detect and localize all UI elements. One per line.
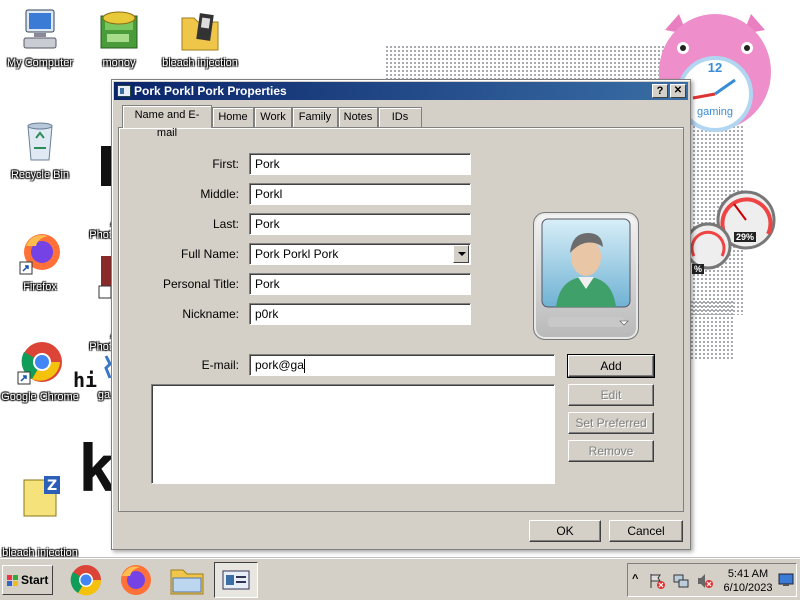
chrome-icon xyxy=(70,565,102,596)
tab-family[interactable]: Family xyxy=(292,107,338,127)
desktop-icon-label: Google Chrome xyxy=(1,391,79,403)
taskbar-explorer[interactable] xyxy=(165,562,209,598)
desktop-icon-monoy[interactable]: monoy xyxy=(79,8,159,69)
clock-gadget-label: gaming xyxy=(696,106,734,118)
person-avatar-icon xyxy=(541,218,631,327)
show-desktop-icon[interactable] xyxy=(778,572,794,588)
dialog-title-bar[interactable]: Pork Porkl Pork Properties ? ✕ xyxy=(114,82,688,100)
tab-name-and-email[interactable]: Name and E-mail xyxy=(122,105,212,139)
desktop-icon-label: bleach injection xyxy=(162,57,238,69)
set-preferred-button[interactable]: Set Preferred xyxy=(568,412,654,434)
chevron-down-icon[interactable] xyxy=(453,245,469,263)
cancel-button[interactable]: Cancel xyxy=(609,520,683,542)
last-name-label: Last: xyxy=(212,217,239,231)
desktop-icon-label: Recycle Bin xyxy=(10,169,70,181)
windows-logo-icon xyxy=(7,575,18,586)
clock-time: 5:41 AM xyxy=(727,568,769,580)
flag-warning-icon[interactable] xyxy=(648,572,666,590)
tab-notes[interactable]: Notes xyxy=(338,107,378,127)
taskbar: Start ^ 5:41 AM 6/10/2023 xyxy=(0,558,800,600)
chrome-icon xyxy=(17,342,62,385)
tab-home[interactable]: Home xyxy=(212,107,254,127)
last-name-field[interactable]: Pork xyxy=(249,213,471,235)
text-caret xyxy=(303,358,305,373)
contact-card-icon xyxy=(117,85,131,97)
cpu-value: 29% xyxy=(734,232,757,242)
contact-card-icon xyxy=(222,570,250,590)
full-name-combobox[interactable]: Pork Porkl Pork xyxy=(249,243,471,265)
ram-value: % xyxy=(692,264,705,274)
firefox-icon xyxy=(121,565,151,595)
desktop-icon-my-computer[interactable]: My Computer xyxy=(0,8,80,69)
start-label: Start xyxy=(21,573,49,587)
cpu-meter-gadget[interactable]: 29% % xyxy=(684,190,780,280)
recycle-bin-icon xyxy=(27,122,53,161)
email-label: E-mail: xyxy=(201,358,239,372)
dialog-title: Pork Porkl Pork Properties xyxy=(134,84,287,98)
computer-icon xyxy=(23,9,57,49)
volume-muted-icon[interactable] xyxy=(696,572,714,590)
personal-title-field[interactable]: Pork xyxy=(249,273,471,295)
folder-icon xyxy=(181,13,219,51)
remove-button[interactable]: Remove xyxy=(568,440,654,462)
network-icon[interactable] xyxy=(672,572,690,590)
email-field[interactable]: pork@ga xyxy=(249,354,555,376)
nickname-field[interactable]: p0rk xyxy=(249,303,471,325)
tab-ids[interactable]: IDs xyxy=(378,107,422,127)
email-field-value: pork@ga xyxy=(255,358,304,372)
zip-icon: Z xyxy=(23,476,60,517)
first-name-field[interactable]: Pork xyxy=(249,153,471,175)
email-list[interactable] xyxy=(151,384,555,484)
contact-properties-dialog: Pork Porkl Pork Properties ? ✕ Name and … xyxy=(111,79,691,550)
add-button[interactable]: Add xyxy=(567,354,655,378)
system-tray: ^ 5:41 AM 6/10/2023 xyxy=(627,563,797,597)
wallpaper-noise-right2 xyxy=(690,300,735,360)
full-name-label: Full Name: xyxy=(180,247,239,261)
tab-work[interactable]: Work xyxy=(254,107,292,127)
start-button[interactable]: Start xyxy=(2,565,53,595)
taskbar-clock[interactable]: 5:41 AM 6/10/2023 xyxy=(720,567,776,595)
taskbar-chrome[interactable] xyxy=(64,562,108,598)
desktop-icon-bleach-injection[interactable]: bleach injection xyxy=(160,8,240,69)
desktop-icon-label: monoy xyxy=(102,57,136,69)
close-button[interactable]: ✕ xyxy=(670,84,686,98)
desktop-icon-label: My Computer xyxy=(6,57,74,69)
desktop-icon-google-chrome[interactable]: Google Chrome xyxy=(0,340,80,403)
show-hidden-icons-button[interactable]: ^ xyxy=(632,573,638,585)
desktop-icon-recycle-bin[interactable]: Recycle Bin xyxy=(0,118,80,181)
name-and-email-panel: First: Pork Middle: Porkl Last: Pork Ful… xyxy=(118,127,684,512)
full-name-value: Pork Porkl Pork xyxy=(255,247,339,261)
ok-button[interactable]: OK xyxy=(529,520,601,542)
taskbar-contact-properties[interactable] xyxy=(214,562,258,598)
help-button[interactable]: ? xyxy=(652,84,668,98)
firefox-icon xyxy=(19,234,60,275)
contact-picture[interactable] xyxy=(533,212,639,340)
edit-button[interactable]: Edit xyxy=(568,384,654,406)
personal-title-label: Personal Title: xyxy=(162,277,239,291)
money-icon xyxy=(100,11,138,49)
taskbar-firefox[interactable] xyxy=(114,562,158,598)
nickname-label: Nickname: xyxy=(182,307,239,321)
folder-icon xyxy=(170,569,204,595)
desktop-icon-label: Firefox xyxy=(23,281,57,293)
desktop-icon-firefox[interactable]: Firefox xyxy=(0,230,80,293)
middle-name-label: Middle: xyxy=(200,187,239,201)
clock-gadget-hour: 12 xyxy=(707,60,723,75)
first-name-label: First: xyxy=(212,157,239,171)
svg-text:Z: Z xyxy=(47,478,57,494)
middle-name-field[interactable]: Porkl xyxy=(249,183,471,205)
clock-date: 6/10/2023 xyxy=(723,582,773,594)
